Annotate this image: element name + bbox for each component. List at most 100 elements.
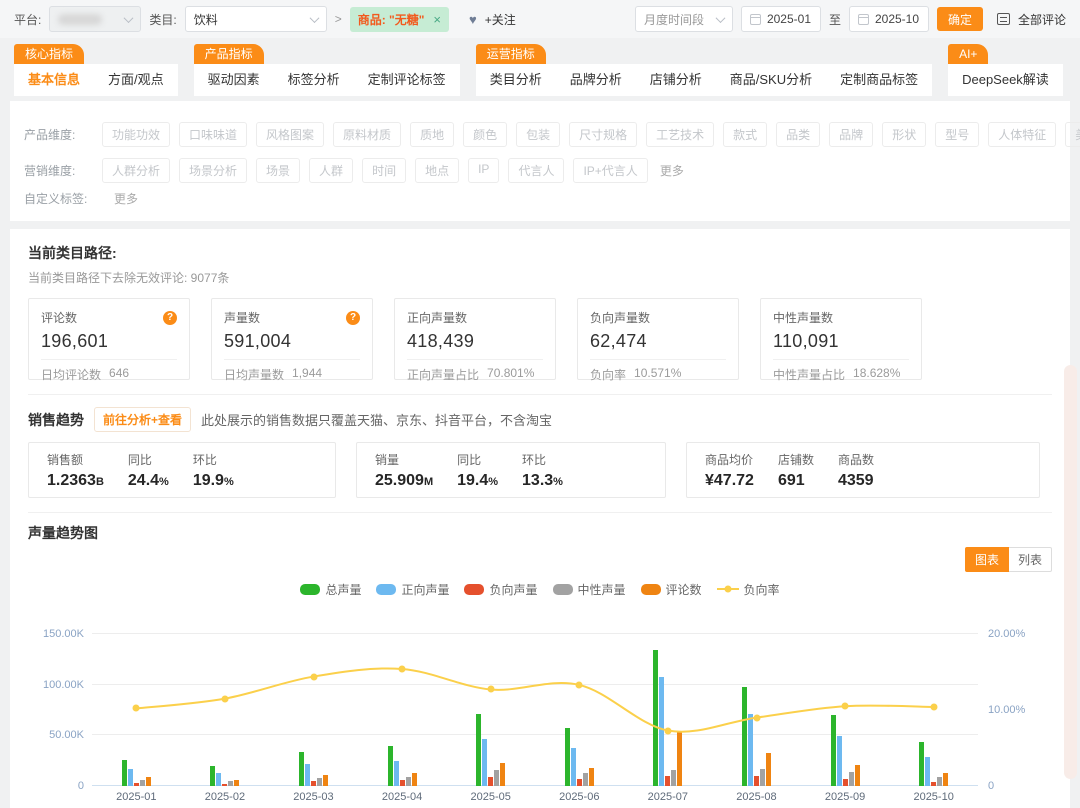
filter-chip[interactable]: 品类 (776, 122, 820, 147)
legend-swatch (553, 584, 573, 595)
legend-item[interactable]: 正向声量 (376, 581, 449, 598)
filter-chip[interactable]: 款式 (723, 122, 767, 147)
filter-chip[interactable]: 人群分析 (102, 158, 170, 183)
neg-rate-point (221, 695, 228, 702)
chart-toggle-button[interactable]: 列表 (1009, 547, 1052, 572)
filter-chip[interactable]: 包装 (516, 122, 560, 147)
platform-select[interactable] (49, 6, 141, 32)
x-axis-label: 2025-08 (712, 791, 801, 803)
neg-rate-point (930, 703, 937, 710)
legend-item[interactable]: 负向声量 (464, 581, 537, 598)
nav-tab[interactable]: 方面/观点 (94, 64, 178, 96)
chevron-down-icon (716, 13, 726, 23)
help-icon[interactable]: ? (163, 311, 177, 325)
x-axis-label: 2025-04 (358, 791, 447, 803)
filter-chip[interactable]: 人群 (309, 158, 353, 183)
filter-chip[interactable]: 质地 (410, 122, 454, 147)
sales-metric-value: 24.4% (128, 472, 169, 490)
volume-trend-title: 声量趋势图 (28, 525, 98, 541)
nav-tab[interactable]: DeepSeek解读 (948, 64, 1063, 96)
legend-item[interactable]: 负向率 (717, 581, 780, 598)
tab-row: DeepSeek解读 (948, 64, 1063, 96)
filter-chip[interactable]: IP+代言人 (573, 158, 647, 183)
legend-item[interactable]: 评论数 (641, 581, 702, 598)
goto-analysis-button[interactable]: 前往分析+查看 (94, 407, 191, 432)
filter-chip[interactable]: 品牌 (829, 122, 873, 147)
date-to-input[interactable]: 2025-10 (849, 6, 929, 32)
nav-tab[interactable]: 类目分析 (476, 64, 556, 96)
stat-cards-row: 评论数?196,601日均评论数646声量数?591,004日均声量数1,944… (28, 298, 1052, 380)
divider (773, 359, 909, 360)
legend-item[interactable]: 总声量 (300, 581, 361, 598)
legend-label: 总声量 (325, 581, 361, 598)
nav-tab[interactable]: 驱动因素 (194, 64, 274, 96)
stat-label: 负向声量数 (590, 309, 650, 326)
filter-chip[interactable]: 原料材质 (333, 122, 401, 147)
keyword-tag[interactable]: 商品: "无糖" × (350, 7, 449, 32)
filter-chip[interactable]: 形状 (882, 122, 926, 147)
nav-group: 核心指标基本信息方面/观点 (14, 44, 178, 96)
confirm-button[interactable]: 确定 (937, 7, 983, 31)
nav-tab[interactable]: 品牌分析 (556, 64, 636, 96)
indicator-ribbon: 产品指标 (194, 44, 264, 64)
nav-tab[interactable]: 基本信息 (14, 64, 94, 96)
follow-button[interactable]: +关注 (485, 11, 516, 28)
legend-item[interactable]: 中性声量 (553, 581, 626, 598)
stat-card: 正向声量数418,439正向声量占比70.801% (394, 298, 556, 380)
filter-chip[interactable]: 代言人 (508, 158, 564, 183)
nav-tab[interactable]: 店铺分析 (636, 64, 716, 96)
stat-label: 评论数 (41, 309, 77, 326)
nav-tab[interactable]: 定制商品标签 (826, 64, 932, 96)
sales-metric-label: 销量 (375, 451, 433, 468)
nav-tab[interactable]: 标签分析 (274, 64, 354, 96)
nav-tab[interactable]: 商品/SKU分析 (716, 64, 826, 96)
filter-chip[interactable]: 口味味道 (179, 122, 247, 147)
divider (224, 359, 360, 360)
filter-chip[interactable]: 场景 (256, 158, 300, 183)
legend-label: 负向声量 (489, 581, 537, 598)
topbar-left: 平台: 类目: 饮料 > 商品: "无糖" × ♥ +关注 (14, 6, 516, 32)
stat-sub-label: 正向声量占比 (407, 366, 479, 383)
sales-metric-label: 环比 (193, 451, 234, 468)
chart-legend: 总声量正向声量 负向声量中性声量评论数负向率 (28, 582, 1052, 596)
filter-chip[interactable]: 风格图案 (256, 122, 324, 147)
more-link[interactable]: 更多 (114, 190, 138, 207)
filter-chip[interactable]: 人体特征 (988, 122, 1056, 147)
neg-rate-line (92, 634, 978, 786)
platform-value-blurred (58, 14, 102, 25)
filter-chip[interactable]: 型号 (935, 122, 979, 147)
sales-metric-number: 13.3 (522, 472, 553, 489)
sales-metric: 同比24.4% (116, 451, 181, 490)
nav-tab[interactable]: 定制评论标签 (354, 64, 460, 96)
filter-chip[interactable]: 美食 (1065, 122, 1080, 147)
stat-card-header: 声量数? (224, 309, 360, 326)
filter-chip[interactable]: 颜色 (463, 122, 507, 147)
date-from-input[interactable]: 2025-01 (741, 6, 821, 32)
page-edge-strip (1064, 365, 1077, 779)
help-icon[interactable]: ? (346, 311, 360, 325)
sales-card: 商品均价¥47.72店铺数691商品数4359 (686, 442, 1040, 498)
sales-metric-unit: % (159, 476, 169, 488)
filter-chip[interactable]: 功能功效 (102, 122, 170, 147)
all-comments-link[interactable]: 全部评论 (1018, 11, 1066, 28)
sales-metric-unit: % (224, 476, 234, 488)
filter-chip[interactable]: 场景分析 (179, 158, 247, 183)
filter-chip[interactable]: 尺寸规格 (569, 122, 637, 147)
filter-chip[interactable]: 工艺技术 (646, 122, 714, 147)
stat-card-footer: 中性声量占比18.628% (773, 366, 909, 383)
filter-chip[interactable]: 地点 (415, 158, 459, 183)
filter-chip[interactable]: IP (468, 158, 499, 183)
sales-metric-unit: % (553, 476, 563, 488)
legend-line-swatch (717, 588, 739, 590)
stat-card: 负向声量数62,474负向率10.571% (577, 298, 739, 380)
stat-sub-value: 646 (109, 366, 129, 383)
nav-group: 运营指标类目分析品牌分析店铺分析商品/SKU分析定制商品标签 (476, 44, 932, 96)
filter-chip[interactable]: 时间 (362, 158, 406, 183)
category-select[interactable]: 饮料 (185, 6, 327, 32)
close-icon[interactable]: × (433, 13, 441, 26)
more-link[interactable]: 更多 (660, 162, 684, 179)
chart-toggle-button[interactable]: 图表 (965, 547, 1009, 572)
period-select[interactable]: 月度时间段 (635, 6, 733, 32)
sales-metric-label: 环比 (522, 451, 563, 468)
sales-trend-section: 销售趋势 前往分析+查看 此处展示的销售数据只覆盖天猫、京东、抖音平台，不含淘宝… (28, 394, 1052, 498)
